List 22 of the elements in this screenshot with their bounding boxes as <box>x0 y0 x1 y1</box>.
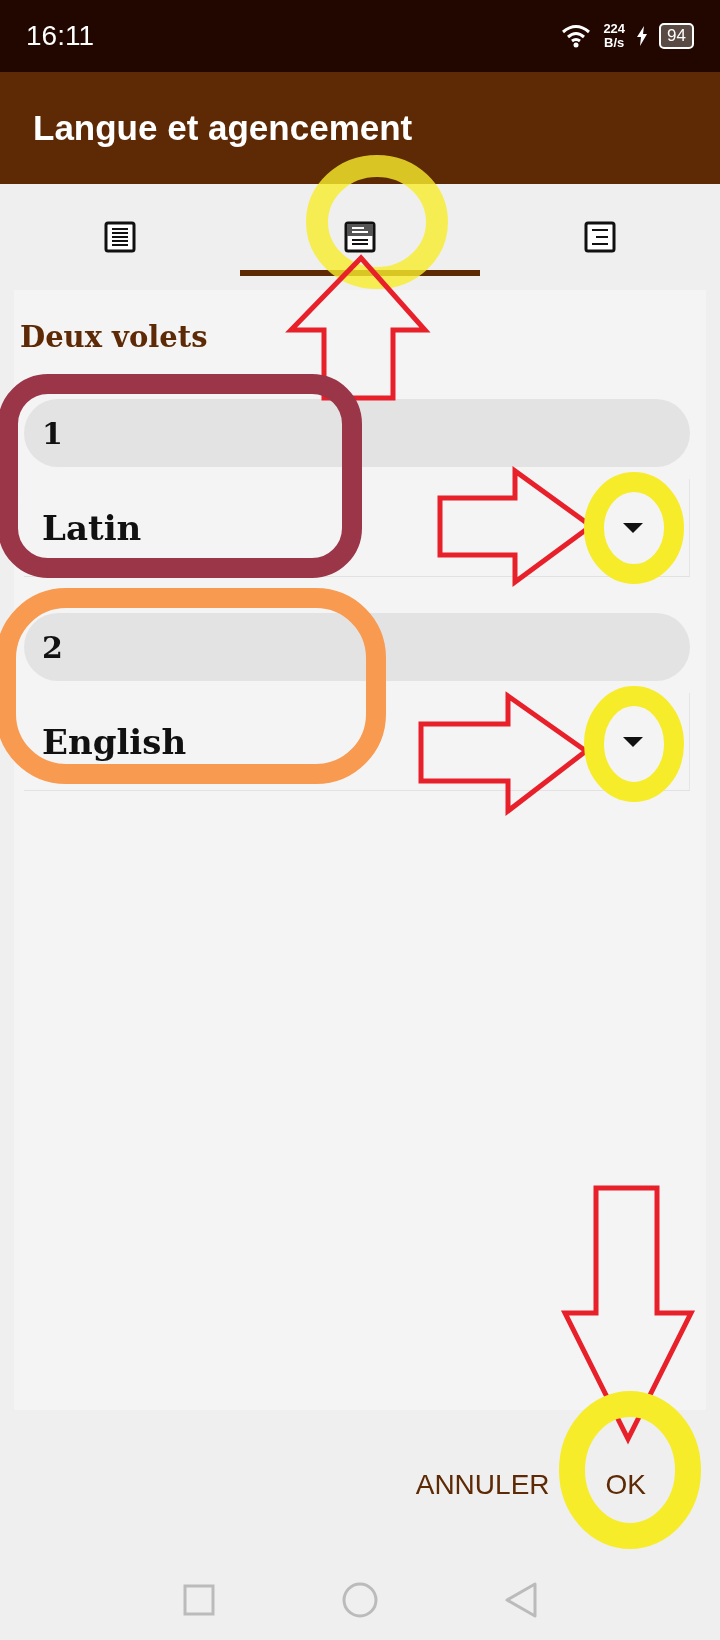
speed-unit: B/s <box>604 36 625 50</box>
section-title: Deux volets <box>20 320 209 354</box>
battery-level: 94 <box>659 23 694 49</box>
ok-button[interactable]: OK <box>599 1459 652 1511</box>
wifi-icon <box>561 24 592 48</box>
cancel-button[interactable]: ANNULER <box>409 1459 556 1511</box>
caret-icon <box>623 522 643 533</box>
screen-title: Langue et agencement <box>33 108 413 148</box>
pane-number-bar: 1 <box>24 399 690 467</box>
caret-icon <box>623 736 643 747</box>
back-icon[interactable] <box>504 1582 537 1618</box>
recents-icon[interactable] <box>183 1584 216 1616</box>
page-icon <box>584 221 616 253</box>
split-page-icon <box>344 221 376 253</box>
speed-value: 224 <box>603 22 626 36</box>
pane-number-bar: 2 <box>24 613 690 681</box>
status-time: 16:11 <box>26 20 94 52</box>
language-dropdown[interactable]: English <box>24 693 690 791</box>
home-icon[interactable] <box>342 1582 378 1618</box>
language-dropdown[interactable]: Latin <box>24 479 690 577</box>
page-icon <box>104 221 136 253</box>
bolt-icon <box>637 26 648 46</box>
